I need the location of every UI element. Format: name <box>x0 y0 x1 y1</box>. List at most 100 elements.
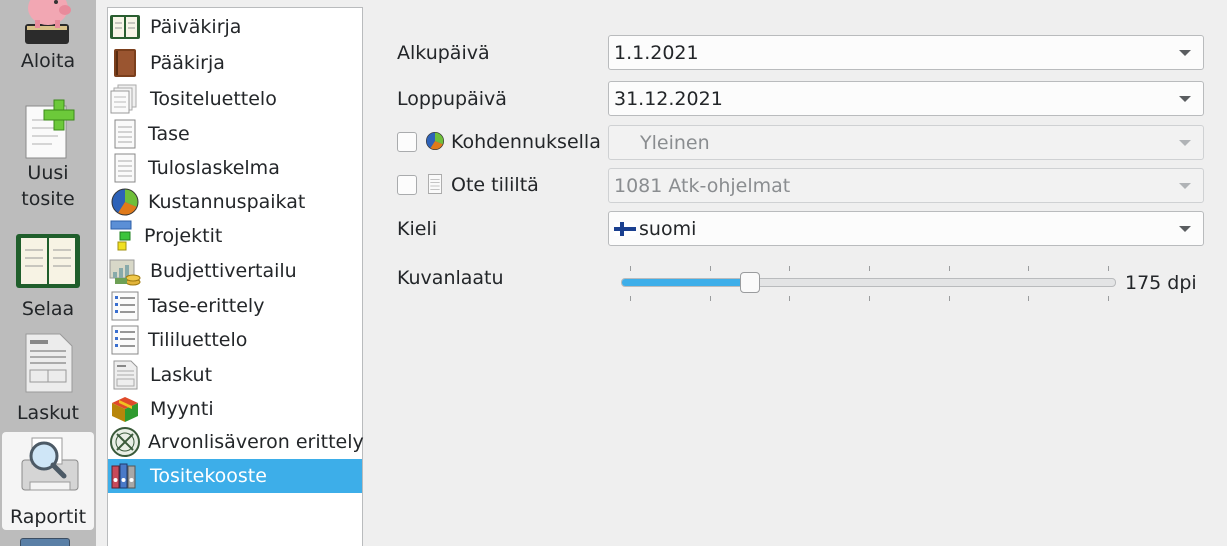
journal-icon <box>108 11 142 43</box>
account-value: 1081 Atk-ohjelmat <box>614 174 791 197</box>
pie-chart-icon <box>426 132 444 150</box>
report-label: Tuloslaskelma <box>148 157 280 179</box>
report-label: Arvonlisäveron erittely <box>148 431 364 453</box>
nav-label-laskut: Laskut <box>16 402 80 424</box>
language-label: Kieli <box>397 218 437 240</box>
report-label: Budjettivertailu <box>150 260 297 282</box>
report-item-paivakirja[interactable]: Päiväkirja <box>108 10 362 44</box>
new-document-plus-icon <box>25 99 75 159</box>
report-item-laskut[interactable]: Laskut <box>108 358 362 392</box>
slider-tick <box>1108 296 1109 301</box>
nav-label-raportit: Raportit <box>9 506 87 528</box>
report-label: Päiväkirja <box>150 16 242 38</box>
nav-item-raportit[interactable]: Raportit <box>2 432 94 530</box>
slider-tick <box>869 296 870 301</box>
slider-tick <box>789 266 790 271</box>
binders-icon <box>108 460 142 492</box>
page-icon <box>108 152 142 184</box>
report-label: Tositekooste <box>150 465 267 487</box>
start-date-label: Alkupäivä <box>397 42 490 64</box>
report-item-tositekooste[interactable]: Tositekooste <box>108 459 362 493</box>
slider-tick <box>630 296 631 301</box>
end-date-label: Loppupäivä <box>397 88 507 110</box>
quality-slider-fill <box>622 279 751 286</box>
report-item-tase-erittely[interactable]: Tase-erittely <box>108 289 362 323</box>
quality-slider[interactable] <box>621 278 1116 287</box>
slider-tick <box>869 266 870 271</box>
quality-slider-handle[interactable] <box>739 272 760 293</box>
list-page-icon <box>108 324 142 356</box>
slider-tick <box>1108 266 1109 271</box>
report-item-projektit[interactable]: Projektit <box>108 219 362 253</box>
slider-tick <box>710 266 711 271</box>
account-label: Ote tililtä <box>451 174 539 196</box>
report-label: Kustannuspaikat <box>148 191 306 213</box>
cost-center-combo[interactable]: Yleinen <box>608 125 1204 160</box>
cost-center-checkbox[interactable] <box>397 132 417 152</box>
invoice-page-icon <box>108 359 142 391</box>
document-stack-icon <box>108 83 142 115</box>
end-date-value: 31.12.2021 <box>614 87 723 110</box>
list-page-icon <box>108 290 142 322</box>
chevron-down-icon <box>1179 96 1191 102</box>
report-label: Tositeluettelo <box>150 88 277 110</box>
report-magnifier-icon <box>21 437 79 491</box>
nav-label-selaa: Selaa <box>21 298 75 320</box>
start-date-value: 1.1.2021 <box>614 41 699 64</box>
cost-center-value: Yleinen <box>640 131 710 154</box>
chevron-down-icon <box>1179 140 1191 146</box>
main-navigation: Aloita Uusi tosite Selaa Laskut Raportit <box>0 0 96 546</box>
chevron-down-icon <box>1179 183 1191 189</box>
report-label: Pääkirja <box>150 52 225 74</box>
report-label: Tase <box>148 123 190 145</box>
report-label: Myynti <box>150 398 214 420</box>
box-icon <box>108 393 142 425</box>
budget-icon <box>108 255 142 287</box>
report-item-kustannuspaikat[interactable]: Kustannuspaikat <box>108 185 362 219</box>
brown-book-icon <box>108 47 142 79</box>
account-checkbox[interactable] <box>397 175 417 195</box>
slider-tick <box>1028 266 1029 271</box>
slider-tick <box>630 266 631 271</box>
slider-tick <box>949 266 950 271</box>
nav-label-uusi-tosite: Uusi tosite <box>21 162 75 210</box>
report-label: Laskut <box>150 364 213 386</box>
language-combo[interactable]: suomi <box>608 211 1204 246</box>
report-item-budjettivertailu[interactable]: Budjettivertailu <box>108 254 362 288</box>
page-icon <box>428 174 442 194</box>
report-item-paakirja[interactable]: Pääkirja <box>108 46 362 80</box>
report-item-arvonlisaveron-erittely[interactable]: Arvonlisäveron erittely <box>108 425 364 459</box>
report-item-tase[interactable]: Tase <box>108 117 362 151</box>
quality-value: 175 dpi <box>1125 272 1197 294</box>
page-icon <box>108 118 142 150</box>
slider-tick <box>789 296 790 301</box>
report-item-tuloslaskelma[interactable]: Tuloslaskelma <box>108 151 362 185</box>
report-item-tililuettelo[interactable]: Tililuettelo <box>108 323 362 357</box>
nav-item-more[interactable] <box>20 538 70 546</box>
pie-chart-icon <box>108 186 142 218</box>
language-value: suomi <box>639 217 697 240</box>
ledger-book-icon <box>16 234 80 288</box>
vat-stamp-icon <box>108 426 142 458</box>
report-list: Päiväkirja Pääkirja Tositeluettelo Tase … <box>107 7 364 546</box>
start-date-combo[interactable]: 1.1.2021 <box>608 35 1204 70</box>
report-item-tositeluettelo[interactable]: Tositeluettelo <box>108 82 362 116</box>
nav-item-selaa[interactable]: Selaa <box>2 230 94 326</box>
report-label: Projektit <box>144 225 223 247</box>
slider-tick <box>1028 296 1029 301</box>
nav-item-aloita[interactable]: Aloita <box>2 0 94 90</box>
nav-label-aloita: Aloita <box>20 50 76 72</box>
report-label: Tililuettelo <box>148 329 248 351</box>
project-blocks-icon <box>108 220 142 252</box>
account-combo[interactable]: 1081 Atk-ohjelmat <box>608 168 1204 203</box>
invoice-icon <box>25 333 73 393</box>
piggy-bank-icon <box>25 0 71 44</box>
nav-item-laskut[interactable]: Laskut <box>2 332 94 428</box>
chevron-down-icon <box>1179 50 1191 56</box>
nav-item-uusi-tosite[interactable]: Uusi tosite <box>2 98 94 220</box>
end-date-combo[interactable]: 31.12.2021 <box>608 81 1204 116</box>
report-label: Tase-erittely <box>148 295 265 317</box>
slider-tick <box>710 296 711 301</box>
report-item-myynti[interactable]: Myynti <box>108 392 362 426</box>
finnish-flag-icon <box>614 221 636 236</box>
